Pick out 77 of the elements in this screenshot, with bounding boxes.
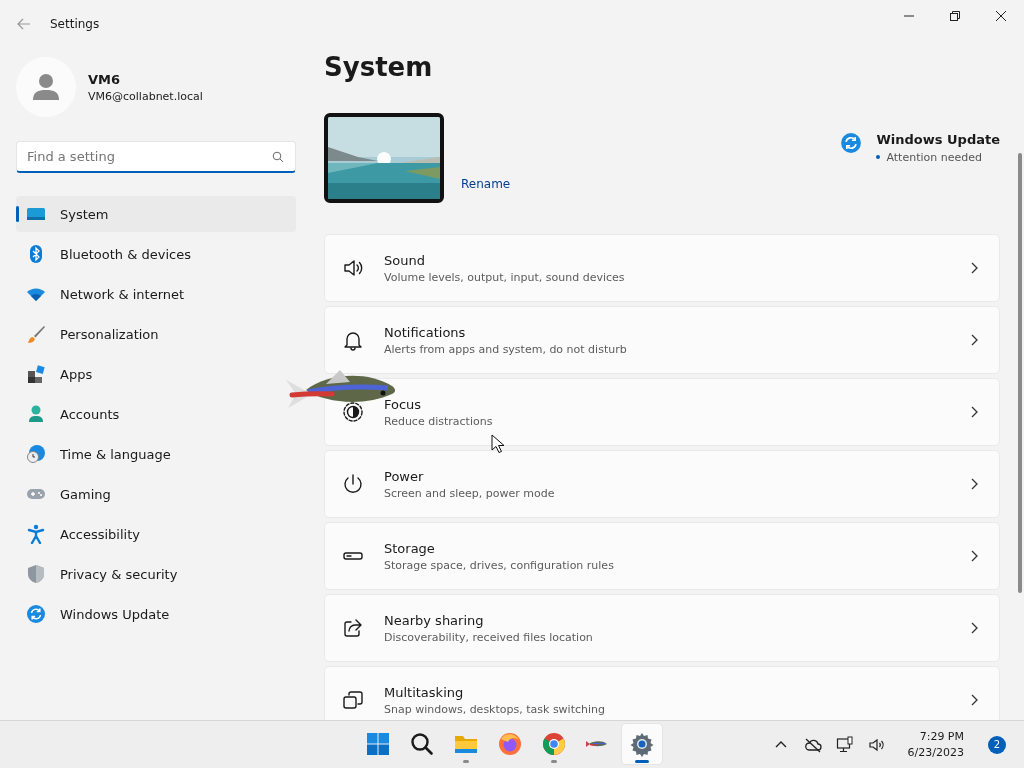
card-title: Notifications [384, 324, 467, 340]
sidebar-item[interactable]: Accounts [16, 396, 296, 432]
chevron-right-icon [969, 406, 979, 418]
user-email: VM6@collabnet.local [88, 89, 203, 103]
power-icon [342, 473, 364, 495]
windows-icon [342, 689, 364, 711]
search-icon [272, 151, 284, 163]
rename-link[interactable]: Rename [461, 177, 511, 191]
accessibility-icon [26, 524, 46, 544]
sidebar-item[interactable]: Privacy & security [16, 556, 296, 592]
close-icon[interactable] [995, 10, 1007, 22]
sidebar-item[interactable]: Bluetooth & devices [16, 236, 296, 272]
page-title: System [324, 52, 434, 84]
settings-card[interactable]: Focus Reduce distractions [324, 378, 1000, 446]
globe-clock-icon [26, 444, 46, 464]
network-icon[interactable] [835, 735, 854, 754]
focus-icon [342, 401, 364, 423]
browser-icon[interactable] [541, 731, 567, 757]
sidebar-item[interactable]: Windows Update [16, 596, 296, 632]
update-status: Attention needed [876, 151, 1000, 164]
window-title: Settings [50, 17, 100, 31]
bell-icon [342, 329, 364, 351]
settings-card[interactable]: Sound Volume levels, output, input, sound devices [324, 234, 1000, 302]
back-arrow-icon[interactable] [16, 16, 32, 32]
card-title: Multitasking [384, 684, 465, 700]
clock-date: 6/23/2023 [907, 744, 964, 761]
settings-card[interactable]: Power Screen and sleep, power mode [324, 450, 1000, 518]
apps-icon [26, 364, 46, 384]
search-icon[interactable] [409, 731, 435, 757]
card-subtitle: Snap windows, desktops, task switching [384, 702, 605, 716]
user-name: VM6 [88, 71, 122, 87]
settings-card[interactable]: Storage Storage space, drives, configuration rules [324, 522, 1000, 590]
card-title: Nearby sharing [384, 612, 485, 628]
chevron-right-icon [969, 334, 979, 346]
settings-icon[interactable] [629, 731, 655, 757]
update-title[interactable]: Windows Update [876, 132, 1000, 147]
sidebar-item[interactable]: Personalization [16, 316, 296, 352]
card-title: Focus [384, 396, 423, 412]
sync-icon[interactable] [840, 132, 863, 154]
share-icon [342, 617, 364, 639]
shield-icon [26, 564, 46, 584]
chevron-right-icon [969, 622, 979, 634]
card-title: Storage [384, 540, 436, 556]
sidebar-item[interactable]: Network & internet [16, 276, 296, 312]
restore-icon[interactable] [949, 10, 961, 22]
search-field[interactable]: Find a setting [16, 141, 296, 173]
card-subtitle: Screen and sleep, power mode [384, 486, 555, 500]
sync-icon [26, 604, 46, 624]
browser-icon[interactable] [497, 731, 523, 757]
notification-badge[interactable]: 2 [988, 735, 1006, 754]
settings-card[interactable]: Nearby sharing Discoverability, received files location [324, 594, 1000, 662]
card-subtitle: Discoverability, received files location [384, 630, 593, 644]
clock-time: 7:29 PM [918, 728, 964, 745]
card-subtitle: Reduce distractions [384, 414, 493, 428]
clock[interactable]: 7:29 PM 6/23/2023 [907, 728, 964, 761]
sidebar-item[interactable]: Gaming [16, 476, 296, 512]
card-title: Power [384, 468, 425, 484]
mouse-cursor-icon [491, 434, 505, 454]
chevron-right-icon [969, 478, 979, 490]
settings-card[interactable]: Multitasking Snap windows, desktops, task switching [324, 666, 1000, 720]
sidebar-item[interactable]: System [16, 196, 296, 232]
chevron-right-icon [969, 262, 979, 274]
chevron-right-icon [969, 550, 979, 562]
card-subtitle: Volume levels, output, input, sound devices [384, 270, 625, 284]
sidebar-item[interactable]: Time & language [16, 436, 296, 472]
paintbrush-icon [26, 324, 46, 344]
card-subtitle: Storage space, drives, configuration rules [384, 558, 614, 572]
chevron-right-icon [969, 694, 979, 706]
card-subtitle: Alerts from apps and system, do not disturb [384, 342, 627, 356]
start-icon[interactable] [365, 731, 391, 757]
sidebar-item[interactable]: Apps [16, 356, 296, 392]
card-title: Sound [384, 252, 426, 268]
person-icon [26, 404, 46, 424]
settings-card[interactable]: Notifications Alerts from apps and system, do not disturb [324, 306, 1000, 374]
scrollbar[interactable] [1018, 153, 1022, 593]
sidebar-item[interactable]: Accessibility [16, 516, 296, 552]
selection-indicator [16, 206, 19, 222]
